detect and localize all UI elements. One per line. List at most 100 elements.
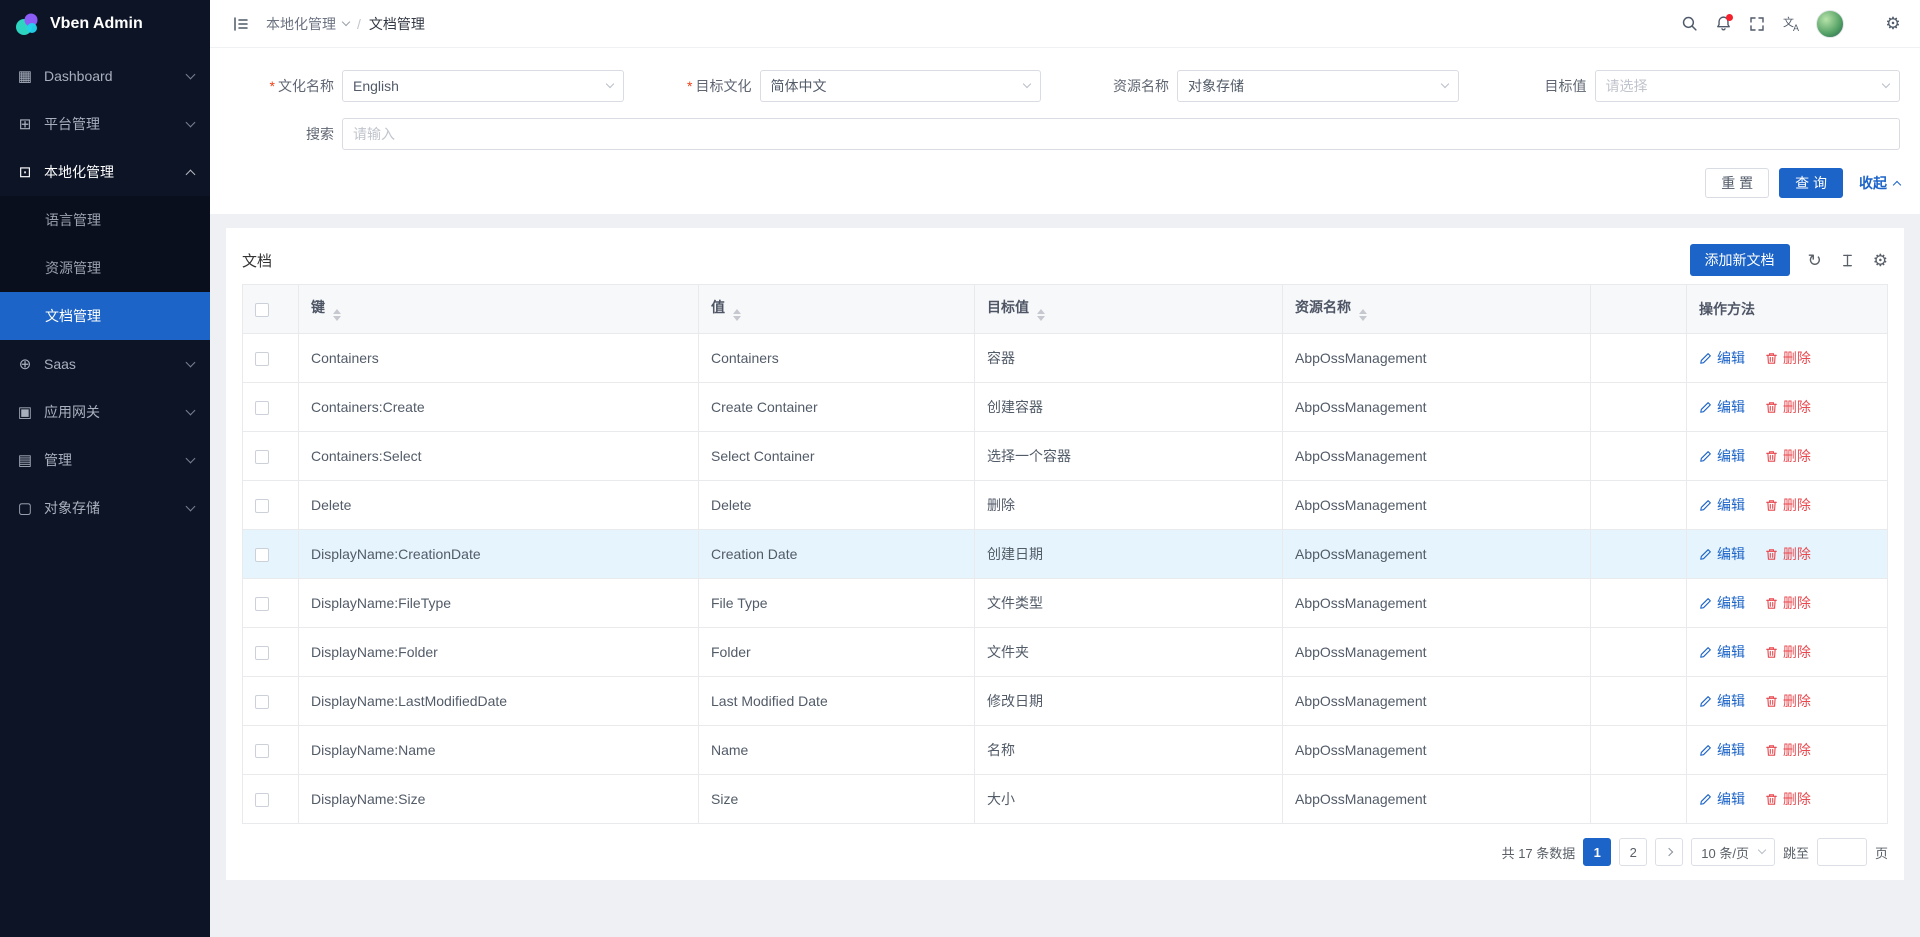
edit-button[interactable]: 编辑: [1699, 446, 1745, 466]
row-checkbox[interactable]: [255, 597, 269, 611]
collapse-toggle[interactable]: 收起: [1859, 173, 1900, 193]
avatar[interactable]: [1816, 10, 1844, 38]
sidebar-item-saas[interactable]: ⊕ Saas: [0, 340, 210, 388]
search-input[interactable]: [342, 118, 1900, 150]
cell-target: 名称: [975, 726, 1283, 775]
query-button[interactable]: 查 询: [1779, 168, 1843, 198]
delete-button[interactable]: 删除: [1765, 544, 1811, 564]
delete-button[interactable]: 删除: [1765, 397, 1811, 417]
resource-name-select[interactable]: 对象存储: [1177, 70, 1459, 102]
delete-button[interactable]: 删除: [1765, 495, 1811, 515]
collapse-sidebar-icon[interactable]: [224, 7, 258, 41]
chevron-down-icon: [1758, 846, 1766, 854]
table-row-highlighted[interactable]: DisplayName:CreationDate Creation Date 创…: [243, 530, 1888, 579]
edit-button[interactable]: 编辑: [1699, 348, 1745, 368]
cell-resource: AbpOssManagement: [1283, 775, 1591, 824]
app-logo[interactable]: Vben Admin: [0, 0, 210, 48]
delete-button[interactable]: 删除: [1765, 593, 1811, 613]
edit-button[interactable]: 编辑: [1699, 593, 1745, 613]
jump-page-input[interactable]: [1817, 838, 1867, 866]
table-row[interactable]: Containers Containers 容器 AbpOssManagemen…: [243, 334, 1888, 383]
cell-value: Name: [699, 726, 975, 775]
sort-icon[interactable]: [1359, 309, 1367, 321]
sort-icon[interactable]: [1037, 309, 1045, 321]
row-checkbox[interactable]: [255, 646, 269, 660]
delete-button[interactable]: 删除: [1765, 740, 1811, 760]
row-checkbox[interactable]: [255, 401, 269, 415]
edit-button[interactable]: 编辑: [1699, 691, 1745, 711]
gateway-icon: ▣: [16, 403, 34, 421]
delete-button[interactable]: 删除: [1765, 642, 1811, 662]
edit-button[interactable]: 编辑: [1699, 789, 1745, 809]
row-checkbox[interactable]: [255, 499, 269, 513]
target-culture-select[interactable]: 简体中文: [760, 70, 1042, 102]
fullscreen-icon[interactable]: [1740, 7, 1774, 41]
dashboard-icon: ▦: [16, 67, 34, 85]
row-checkbox[interactable]: [255, 793, 269, 807]
bell-icon[interactable]: [1706, 7, 1740, 41]
table-row[interactable]: Containers:Select Select Container 选择一个容…: [243, 432, 1888, 481]
delete-button[interactable]: 删除: [1765, 446, 1811, 466]
table-row[interactable]: DisplayName:Folder Folder 文件夹 AbpOssMana…: [243, 628, 1888, 677]
cell-key: DisplayName:FileType: [299, 579, 699, 628]
cell-key: Containers: [299, 334, 699, 383]
target-value-select[interactable]: 请选择: [1595, 70, 1901, 102]
edit-button[interactable]: 编辑: [1699, 544, 1745, 564]
page-size-select[interactable]: 10 条/页: [1691, 838, 1775, 866]
search-icon[interactable]: [1672, 7, 1706, 41]
sidebar-item-platform[interactable]: ⊞ 平台管理: [0, 100, 210, 148]
sidebar-item-document-management[interactable]: 文档管理: [0, 292, 210, 340]
next-page-button[interactable]: [1655, 838, 1683, 866]
translate-icon[interactable]: 文 A: [1774, 7, 1808, 41]
edit-button[interactable]: 编辑: [1699, 495, 1745, 515]
reset-button[interactable]: 重 置: [1705, 168, 1769, 198]
table-row[interactable]: DisplayName:Name Name 名称 AbpOssManagemen…: [243, 726, 1888, 775]
cell-value: Containers: [699, 334, 975, 383]
column-header-resource[interactable]: 资源名称: [1283, 285, 1591, 334]
table-row[interactable]: DisplayName:FileType File Type 文件类型 AbpO…: [243, 579, 1888, 628]
sidebar-item-object-storage[interactable]: ▢ 对象存储: [0, 484, 210, 532]
row-height-icon[interactable]: [1840, 253, 1855, 268]
sidebar-item-language-management[interactable]: 语言管理: [0, 196, 210, 244]
add-document-button[interactable]: 添加新文档: [1690, 244, 1790, 276]
delete-button[interactable]: 删除: [1765, 348, 1811, 368]
column-header-target[interactable]: 目标值: [975, 285, 1283, 334]
row-checkbox[interactable]: [255, 695, 269, 709]
edit-button[interactable]: 编辑: [1699, 740, 1745, 760]
field-label: 搜索: [230, 124, 334, 144]
sidebar-item-management[interactable]: ▤ 管理: [0, 436, 210, 484]
sidebar-item-gateway[interactable]: ▣ 应用网关: [0, 388, 210, 436]
sort-icon[interactable]: [333, 309, 341, 321]
row-checkbox[interactable]: [255, 744, 269, 758]
refresh-icon[interactable]: ↻: [1808, 252, 1822, 269]
culture-name-select[interactable]: English: [342, 70, 624, 102]
breadcrumb-parent[interactable]: 本地化管理: [266, 14, 349, 34]
sort-icon[interactable]: [733, 309, 741, 321]
cell-target: 文件类型: [975, 579, 1283, 628]
delete-button[interactable]: 删除: [1765, 691, 1811, 711]
vben-logo-icon: [14, 11, 40, 37]
row-checkbox[interactable]: [255, 548, 269, 562]
sidebar-item-dashboard[interactable]: ▦ Dashboard: [0, 52, 210, 100]
cell-key: Containers:Create: [299, 383, 699, 432]
column-settings-icon[interactable]: ⚙: [1873, 252, 1888, 269]
table-row[interactable]: Delete Delete 删除 AbpOssManagement 编辑 删除: [243, 481, 1888, 530]
sidebar-item-localization[interactable]: ⊡ 本地化管理: [0, 148, 210, 196]
cell-resource: AbpOssManagement: [1283, 334, 1591, 383]
table-row[interactable]: DisplayName:Size Size 大小 AbpOssManagemen…: [243, 775, 1888, 824]
select-all-checkbox[interactable]: [255, 303, 269, 317]
edit-button[interactable]: 编辑: [1699, 642, 1745, 662]
edit-button[interactable]: 编辑: [1699, 397, 1745, 417]
table-row[interactable]: DisplayName:LastModifiedDate Last Modifi…: [243, 677, 1888, 726]
column-header-key[interactable]: 键: [299, 285, 699, 334]
gear-icon[interactable]: ⚙: [1876, 7, 1910, 41]
row-checkbox[interactable]: [255, 352, 269, 366]
table-row[interactable]: Containers:Create Create Container 创建容器 …: [243, 383, 1888, 432]
page-button-1[interactable]: 1: [1583, 838, 1611, 866]
sidebar-item-resource-management[interactable]: 资源管理: [0, 244, 210, 292]
delete-button[interactable]: 删除: [1765, 789, 1811, 809]
column-header-value[interactable]: 值: [699, 285, 975, 334]
row-checkbox[interactable]: [255, 450, 269, 464]
page-button-2[interactable]: 2: [1619, 838, 1647, 866]
cell-value: Last Modified Date: [699, 677, 975, 726]
